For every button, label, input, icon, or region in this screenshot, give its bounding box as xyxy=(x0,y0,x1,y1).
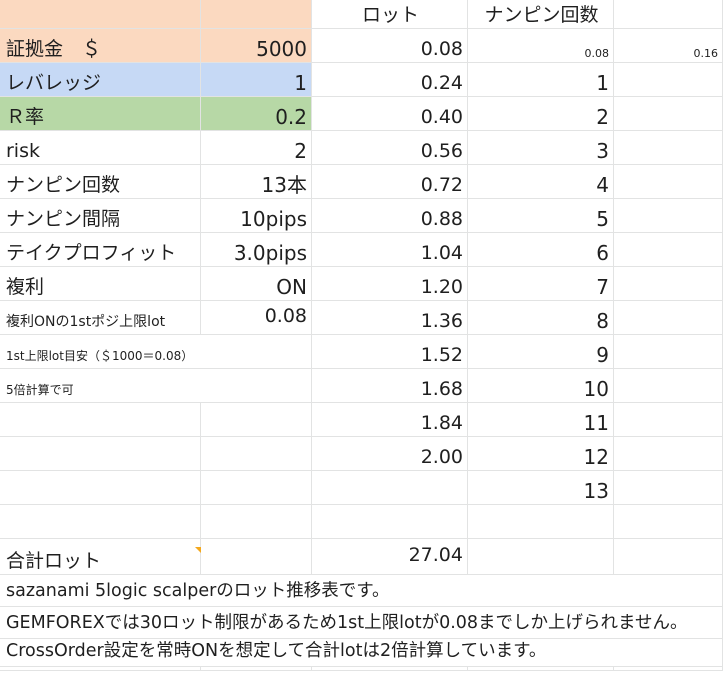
cell-e[interactable] xyxy=(614,335,723,369)
extra-small-value[interactable]: 0.16 xyxy=(614,29,723,63)
lot-value[interactable]: 0.08 xyxy=(312,29,468,63)
nanpin-count[interactable]: 1 xyxy=(468,63,614,97)
nanpin-count[interactable]: 7 xyxy=(468,267,614,301)
param-value-leverage[interactable]: 1 xyxy=(201,63,312,97)
cell-a[interactable] xyxy=(0,403,201,437)
lot-value[interactable]: 2.00 xyxy=(312,437,468,471)
cell-c[interactable] xyxy=(312,471,468,505)
param-label-take-profit[interactable]: テイクプロフィット xyxy=(0,233,201,267)
cell-e[interactable] xyxy=(614,131,723,165)
cell-b[interactable] xyxy=(201,437,312,471)
param-label-margin[interactable]: 証拠金 ＄ xyxy=(0,29,201,63)
param-value-first-lot-cap[interactable]: 0.08 xyxy=(201,301,312,335)
header-lot[interactable]: ロット xyxy=(312,0,468,29)
param-label-nanpin-count[interactable]: ナンピン回数 xyxy=(0,165,201,199)
cell-a[interactable] xyxy=(0,471,201,505)
footer-note[interactable]: sazanami 5logic scalperのロット推移表です。 xyxy=(0,575,723,607)
cell-e[interactable] xyxy=(614,267,723,301)
param-value-margin[interactable]: 5000 xyxy=(201,29,312,63)
cell-e[interactable] xyxy=(614,505,723,539)
cell-b[interactable] xyxy=(201,471,312,505)
lot-value[interactable]: 1.36 xyxy=(312,301,468,335)
spreadsheet: ロット ナンピン回数 証拠金 ＄ 5000 0.08 0.08 0.16 レバレ… xyxy=(0,0,723,700)
cell-c[interactable] xyxy=(312,667,468,671)
cell-a0[interactable] xyxy=(0,0,201,29)
cell-e[interactable] xyxy=(614,63,723,97)
param-label-nanpin-interval[interactable]: ナンピン間隔 xyxy=(0,199,201,233)
cell-a[interactable] xyxy=(0,437,201,471)
param-value-nanpin-count[interactable]: 13本 xyxy=(201,165,312,199)
param-label-risk[interactable]: risk xyxy=(0,131,201,165)
nanpin-count[interactable]: 10 xyxy=(468,369,614,403)
param-value-r-rate[interactable]: 0.2 xyxy=(201,97,312,131)
param-label-r-rate[interactable]: Ｒ率 xyxy=(0,97,201,131)
param-value-compound[interactable]: ON xyxy=(201,267,312,301)
cell-c[interactable] xyxy=(312,505,468,539)
lot-value[interactable]: 0.72 xyxy=(312,165,468,199)
cell-b[interactable] xyxy=(201,539,312,575)
nanpin-count[interactable]: 8 xyxy=(468,301,614,335)
cell-e[interactable] xyxy=(614,301,723,335)
total-lot-label[interactable]: 合計ロット xyxy=(0,539,201,575)
lot-value[interactable]: 1.04 xyxy=(312,233,468,267)
note-five-times[interactable]: 5倍計算で可 xyxy=(0,369,312,403)
cell-b[interactable] xyxy=(201,667,312,671)
nanpin-small-value[interactable]: 0.08 xyxy=(468,29,614,63)
nanpin-count[interactable]: 9 xyxy=(468,335,614,369)
param-value-take-profit[interactable]: 3.0pips xyxy=(201,233,312,267)
param-label-first-lot-cap[interactable]: 複利ONの1stポジ上限lot xyxy=(0,301,201,335)
param-value-nanpin-interval[interactable]: 10pips xyxy=(201,199,312,233)
total-lot-value[interactable]: 27.04 xyxy=(312,539,468,575)
lot-value[interactable]: 0.40 xyxy=(312,97,468,131)
lot-value[interactable]: 0.24 xyxy=(312,63,468,97)
lot-value[interactable]: 0.56 xyxy=(312,131,468,165)
nanpin-count[interactable]: 12 xyxy=(468,437,614,471)
comment-indicator-icon[interactable] xyxy=(195,547,201,553)
cell-e[interactable] xyxy=(614,369,723,403)
cell-b[interactable] xyxy=(201,505,312,539)
cell-grid: ロット ナンピン回数 証拠金 ＄ 5000 0.08 0.08 0.16 レバレ… xyxy=(0,0,723,671)
lot-value[interactable]: 0.88 xyxy=(312,199,468,233)
cell-e[interactable] xyxy=(614,437,723,471)
cell-e[interactable] xyxy=(614,403,723,437)
param-label-leverage[interactable]: レバレッジ xyxy=(0,63,201,97)
header-nanpin-count[interactable]: ナンピン回数 xyxy=(468,0,614,29)
nanpin-count[interactable]: 6 xyxy=(468,233,614,267)
cell-e[interactable] xyxy=(614,471,723,505)
cell-e[interactable] xyxy=(614,233,723,267)
lot-value[interactable]: 1.84 xyxy=(312,403,468,437)
nanpin-count[interactable]: 4 xyxy=(468,165,614,199)
cell-e0[interactable] xyxy=(614,0,723,29)
nanpin-count[interactable]: 13 xyxy=(468,471,614,505)
lot-value[interactable]: 1.52 xyxy=(312,335,468,369)
footer-note[interactable]: CrossOrder設定を常時ONを想定して合計lotは2倍計算しています。 xyxy=(0,639,723,667)
lot-value[interactable]: 1.20 xyxy=(312,267,468,301)
cell-d[interactable] xyxy=(468,667,614,671)
cell-e[interactable] xyxy=(614,539,723,575)
cell-e[interactable] xyxy=(614,165,723,199)
cell-d[interactable] xyxy=(468,505,614,539)
note-first-lot-guide[interactable]: 1st上限lot目安（＄1000＝0.08） xyxy=(0,335,312,369)
cell-b0[interactable] xyxy=(201,0,312,29)
param-value-risk[interactable]: 2 xyxy=(201,131,312,165)
nanpin-count[interactable]: 11 xyxy=(468,403,614,437)
nanpin-count[interactable]: 5 xyxy=(468,199,614,233)
cell-a[interactable] xyxy=(0,667,201,671)
cell-a[interactable] xyxy=(0,505,201,539)
lot-value[interactable]: 1.68 xyxy=(312,369,468,403)
nanpin-count[interactable]: 3 xyxy=(468,131,614,165)
cell-b[interactable] xyxy=(201,403,312,437)
footer-note[interactable]: GEMFOREXでは30ロット制限があるため1st上限lotが0.08までしか上… xyxy=(0,607,723,639)
cell-e[interactable] xyxy=(614,97,723,131)
nanpin-count[interactable]: 2 xyxy=(468,97,614,131)
cell-e[interactable] xyxy=(614,667,723,671)
cell-e[interactable] xyxy=(614,199,723,233)
cell-d[interactable] xyxy=(468,539,614,575)
param-label-compound[interactable]: 複利 xyxy=(0,267,201,301)
